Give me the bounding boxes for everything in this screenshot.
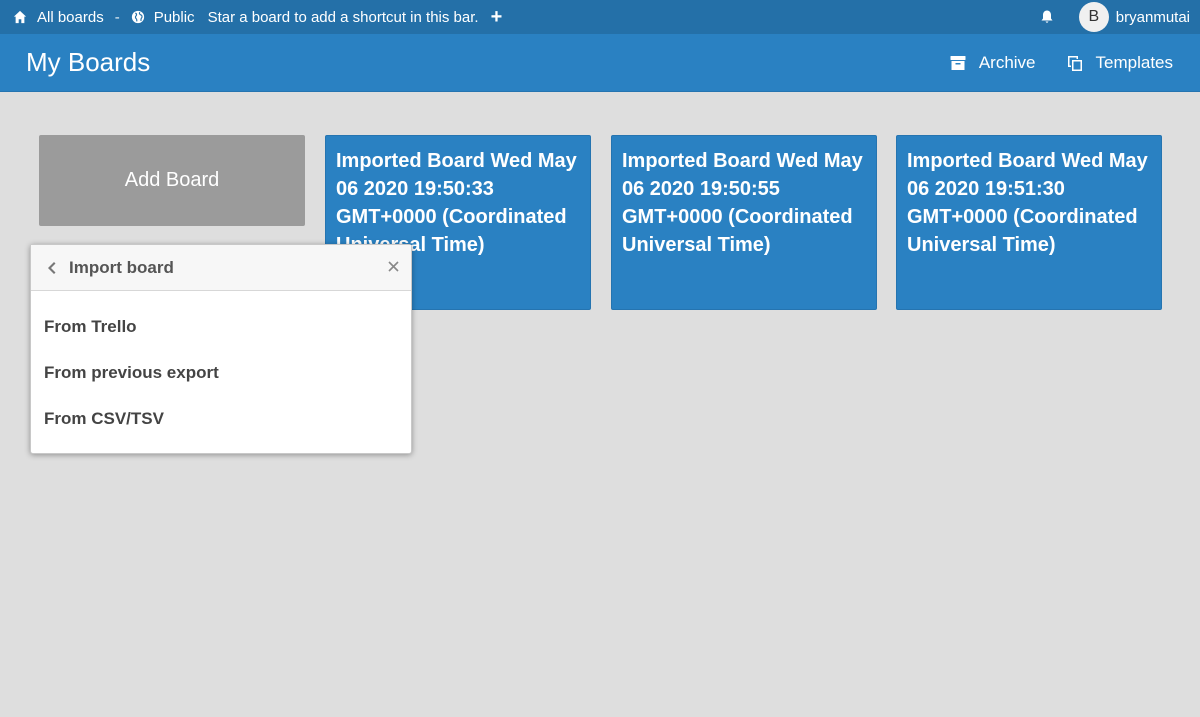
top-bar: All boards - Public Star a board to add … [0,0,1200,34]
breadcrumb-separator: - [114,8,120,26]
templates-button[interactable]: Templates [1066,53,1173,73]
board-title: Imported Board Wed May 06 2020 19:51:30 … [907,150,1148,256]
bell-icon[interactable] [1039,9,1055,25]
import-from-trello[interactable]: From Trello [31,304,411,350]
import-from-previous-export[interactable]: From previous export [31,350,411,396]
page-header: My Boards Archive Templates [0,34,1200,92]
import-board-popup: Import board From Trello From previous e… [30,244,412,454]
all-boards-link[interactable]: All boards [13,0,104,34]
board-title: Imported Board Wed May 06 2020 19:50:55 … [622,150,863,256]
chevron-left-icon[interactable] [45,261,57,275]
top-bar-right: B bryanmutai [1039,0,1200,34]
username[interactable]: bryanmutai [1116,9,1190,26]
close-icon[interactable] [388,261,399,272]
top-bar-left: All boards - Public Star a board to add … [0,0,502,34]
popup-header: Import board [31,245,411,291]
header-actions: Archive Templates [949,53,1200,73]
shortcut-hint: Star a board to add a shortcut in this b… [207,8,479,26]
archive-icon [950,55,966,70]
templates-label: Templates [1095,52,1173,72]
board-tile[interactable]: Imported Board Wed May 06 2020 19:51:30 … [896,135,1162,310]
copy-icon [1067,55,1082,71]
avatar[interactable]: B [1078,2,1109,32]
add-shortcut-plus-icon[interactable]: + [491,7,503,27]
add-board-button[interactable]: Add Board [39,135,305,226]
import-options-list: From Trello From previous export From CS… [31,291,411,442]
public-label: Public [153,8,195,26]
globe-icon [131,10,144,24]
add-board-label: Add Board [124,169,220,191]
board-title: Imported Board Wed May 06 2020 19:50:33 … [336,150,577,256]
popup-title: Import board [69,257,174,277]
public-boards-link[interactable]: Public [131,0,195,34]
board-tile[interactable]: Imported Board Wed May 06 2020 19:50:55 … [611,135,877,310]
home-icon [13,10,27,24]
page-title: My Boards [26,47,151,77]
archive-button[interactable]: Archive [949,53,1036,73]
all-boards-label: All boards [37,8,104,26]
import-from-csv-tsv[interactable]: From CSV/TSV [31,396,411,442]
archive-label: Archive [978,52,1036,72]
